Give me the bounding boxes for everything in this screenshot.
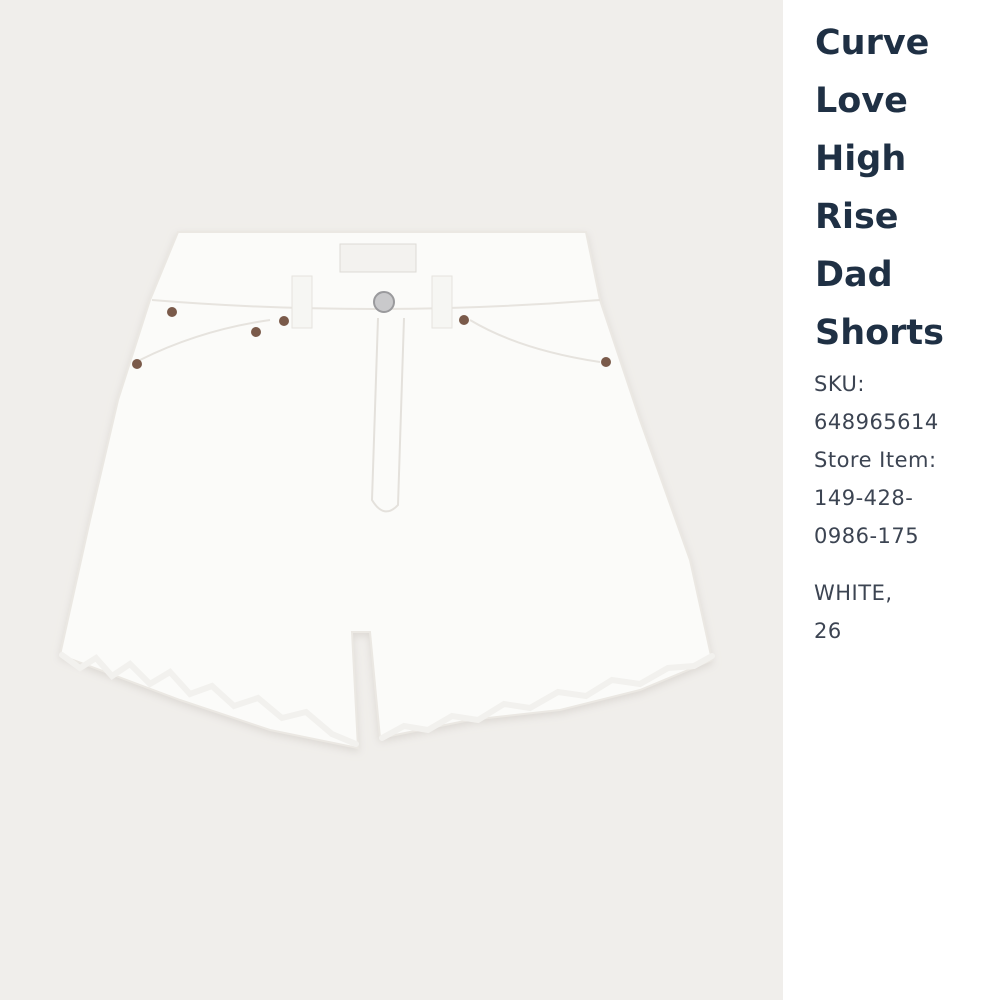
title-line: High bbox=[815, 139, 907, 179]
store-item-label: Store Item: bbox=[814, 448, 937, 472]
product-image bbox=[0, 0, 783, 1000]
title-line: Dad bbox=[815, 255, 893, 295]
title-line: Rise bbox=[815, 197, 899, 237]
store-item-value-line: 0986-175 bbox=[814, 524, 920, 548]
sku-block: SKU: 648965614 Store Item: 149-428- 0986… bbox=[814, 365, 1000, 555]
sku-value: 648965614 bbox=[814, 410, 939, 434]
store-item-value-line: 149-428- bbox=[814, 486, 914, 510]
product-title: Curve Love High Rise Dad Shorts bbox=[815, 14, 995, 362]
white-denim-shorts-icon bbox=[58, 231, 715, 750]
product-card: Curve Love High Rise Dad Shorts SKU: 648… bbox=[0, 0, 1000, 1000]
sku-label: SKU: bbox=[814, 372, 865, 396]
product-info-panel: Curve Love High Rise Dad Shorts SKU: 648… bbox=[783, 0, 1000, 1000]
variant-size: 26 bbox=[814, 619, 842, 643]
title-line: Curve bbox=[815, 23, 930, 63]
title-line: Shorts bbox=[815, 313, 944, 353]
title-line: Love bbox=[815, 81, 908, 121]
variant-block: WHITE, 26 bbox=[814, 574, 1000, 650]
variant-color: WHITE, bbox=[814, 581, 893, 605]
